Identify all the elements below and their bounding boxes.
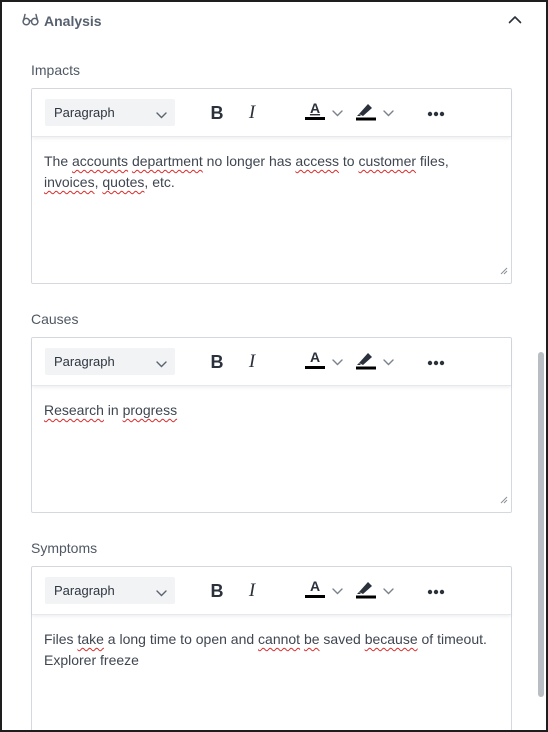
symptoms-text-value: Files take a long time to open and canno… bbox=[44, 631, 487, 668]
bold-button[interactable]: B bbox=[206, 349, 228, 375]
more-dots-icon bbox=[427, 582, 445, 600]
text-color-button[interactable]: A bbox=[299, 349, 347, 375]
paragraph-format-select[interactable]: Paragraph bbox=[45, 577, 175, 604]
highlight-color-button[interactable] bbox=[350, 100, 398, 126]
symptoms-toolbar: Paragraph B I A bbox=[32, 567, 511, 615]
highlighter-icon bbox=[355, 350, 377, 375]
causes-label: Causes bbox=[31, 311, 79, 327]
analysis-panel: Analysis Impacts Paragraph B I A The acc… bbox=[0, 0, 548, 732]
italic-button[interactable]: I bbox=[241, 578, 263, 604]
paragraph-format-label: Paragraph bbox=[54, 583, 115, 598]
causes-text[interactable]: Research in progress bbox=[32, 386, 511, 421]
more-options-button[interactable] bbox=[424, 578, 448, 604]
chevron-down-icon bbox=[331, 582, 343, 600]
svg-text:A: A bbox=[309, 579, 319, 594]
section-title-text: Analysis bbox=[44, 13, 102, 29]
highlighter-icon bbox=[355, 101, 377, 126]
paragraph-format-label: Paragraph bbox=[54, 354, 115, 369]
impacts-text[interactable]: The accounts department no longer has ac… bbox=[32, 137, 511, 193]
chevron-down-icon bbox=[156, 356, 167, 371]
text-color-button[interactable]: A bbox=[299, 578, 347, 604]
more-dots-icon bbox=[427, 353, 445, 371]
resize-grip-icon[interactable] bbox=[499, 491, 508, 509]
section-title: Analysis bbox=[22, 13, 102, 29]
causes-text-value: Research in progress bbox=[44, 402, 178, 418]
causes-editor[interactable]: Paragraph B I A Research in progress bbox=[31, 337, 512, 513]
text-color-icon: A bbox=[304, 349, 326, 375]
paragraph-format-label: Paragraph bbox=[54, 105, 115, 120]
text-color-button[interactable]: A bbox=[299, 100, 347, 126]
impacts-toolbar: Paragraph B I A bbox=[32, 89, 511, 137]
symptoms-text[interactable]: Files take a long time to open and canno… bbox=[32, 615, 511, 671]
impacts-text-value: The accounts department no longer has ac… bbox=[44, 153, 449, 190]
chevron-down-icon bbox=[331, 353, 343, 371]
section-header[interactable]: Analysis bbox=[22, 8, 526, 34]
italic-button[interactable]: I bbox=[241, 100, 263, 126]
chevron-down-icon bbox=[331, 104, 343, 122]
highlight-color-button[interactable] bbox=[350, 349, 398, 375]
impacts-editor[interactable]: Paragraph B I A The accounts department … bbox=[31, 88, 512, 284]
symptoms-editor[interactable]: Paragraph B I A Files take a long time t… bbox=[31, 566, 512, 730]
chevron-down-icon bbox=[156, 585, 167, 600]
glasses-icon bbox=[22, 13, 39, 29]
paragraph-format-select[interactable]: Paragraph bbox=[45, 99, 175, 126]
chevron-down-icon bbox=[382, 353, 394, 371]
italic-button[interactable]: I bbox=[241, 349, 263, 375]
text-color-icon: A bbox=[304, 100, 326, 126]
impacts-label: Impacts bbox=[31, 62, 81, 78]
highlighter-icon bbox=[355, 579, 377, 604]
more-dots-icon bbox=[427, 104, 445, 122]
chevron-down-icon bbox=[156, 107, 167, 122]
symptoms-label: Symptoms bbox=[31, 540, 98, 556]
collapse-button[interactable] bbox=[504, 9, 526, 31]
svg-text:A: A bbox=[309, 350, 319, 365]
bold-button[interactable]: B bbox=[206, 100, 228, 126]
causes-toolbar: Paragraph B I A bbox=[32, 338, 511, 386]
chevron-up-icon bbox=[508, 11, 522, 29]
more-options-button[interactable] bbox=[424, 100, 448, 126]
highlight-color-button[interactable] bbox=[350, 578, 398, 604]
text-color-icon: A bbox=[304, 578, 326, 604]
more-options-button[interactable] bbox=[424, 349, 448, 375]
chevron-down-icon bbox=[382, 582, 394, 600]
svg-text:A: A bbox=[309, 101, 319, 116]
resize-grip-icon[interactable] bbox=[499, 262, 508, 280]
chevron-down-icon bbox=[382, 104, 394, 122]
paragraph-format-select[interactable]: Paragraph bbox=[45, 348, 175, 375]
bold-button[interactable]: B bbox=[206, 578, 228, 604]
scrollbar-thumb[interactable] bbox=[538, 352, 544, 697]
